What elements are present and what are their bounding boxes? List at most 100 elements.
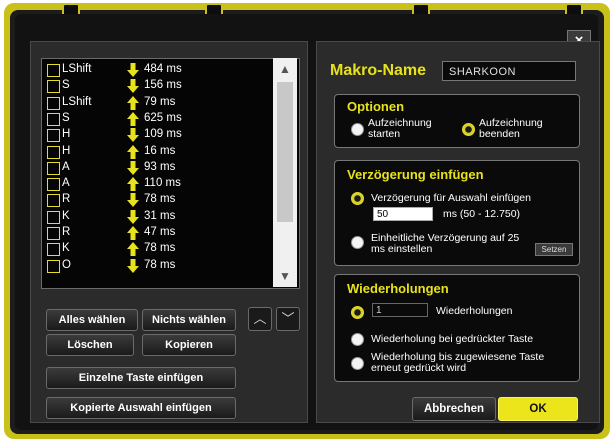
row-delay: 110 ms	[144, 177, 181, 190]
copy-button[interactable]: Kopieren	[142, 334, 236, 356]
row-key: K	[62, 242, 70, 255]
list-item[interactable]: S 625 ms	[42, 111, 277, 127]
move-up-icon[interactable]: ︿	[248, 307, 272, 331]
insert-delay-label: Verzögerung für Auswahl einfügen	[371, 192, 531, 204]
cancel-button[interactable]: Abbrechen	[412, 397, 496, 421]
uniform-delay-label: Einheitliche Verzögerung auf 25 ms einst…	[371, 232, 520, 255]
row-checkbox[interactable]	[47, 129, 60, 143]
row-key: S	[62, 79, 70, 92]
row-delay: 78 ms	[144, 258, 176, 271]
list-item[interactable]: H 16 ms	[42, 144, 277, 160]
arrow-up-icon	[127, 242, 139, 257]
arrow-down-icon	[127, 79, 139, 94]
list-item[interactable]: O 78 ms	[42, 258, 277, 274]
arrow-up-icon	[127, 111, 139, 126]
macro-name-label: Makro-Name	[330, 62, 427, 79]
ok-button[interactable]: OK	[498, 397, 578, 421]
list-item[interactable]: LShift 484 ms	[42, 62, 277, 78]
row-delay: 484 ms	[144, 63, 182, 75]
row-delay: 109 ms	[144, 128, 182, 141]
row-checkbox[interactable]	[47, 64, 60, 77]
repeat-count-label: Wiederholungen	[436, 305, 513, 317]
list-item[interactable]: S 156 ms	[42, 78, 277, 94]
arrow-up-icon	[127, 95, 139, 110]
arrow-up-icon	[127, 144, 139, 159]
repeat-count-radio[interactable]	[351, 306, 364, 319]
insert-delay-radio[interactable]	[351, 192, 364, 205]
list-item[interactable]: A 93 ms	[42, 160, 277, 176]
arrow-up-icon	[127, 177, 139, 192]
list-item[interactable]: K 31 ms	[42, 209, 277, 225]
row-key: O	[62, 258, 71, 271]
row-checkbox[interactable]	[47, 80, 60, 94]
list-item[interactable]: A 110 ms	[42, 176, 277, 192]
row-key: A	[62, 177, 70, 190]
list-item[interactable]: R 47 ms	[42, 225, 277, 241]
row-checkbox[interactable]	[47, 259, 60, 273]
list-item[interactable]: H 109 ms	[42, 127, 277, 143]
arrow-down-icon	[127, 160, 139, 175]
row-checkbox[interactable]	[47, 112, 60, 126]
repeat-until-pressed-label: Wiederholung bis zugewiesene Taste erneu…	[371, 351, 545, 374]
delay-range-hint: ms (50 - 12.750)	[443, 208, 521, 220]
list-item[interactable]: LShift 79 ms	[42, 95, 277, 111]
row-delay: 156 ms	[144, 79, 182, 92]
row-key: LShift	[62, 63, 92, 75]
repeat-while-pressed-radio[interactable]	[351, 333, 364, 346]
arrow-down-icon	[127, 209, 139, 224]
row-key: S	[62, 111, 70, 124]
select-all-button[interactable]: Alles wählen	[46, 309, 138, 331]
arrow-down-icon	[127, 128, 139, 143]
row-delay: 47 ms	[144, 226, 176, 238]
delay-value-input[interactable]: 50	[373, 207, 433, 221]
row-key: H	[62, 128, 71, 141]
row-checkbox[interactable]	[47, 210, 60, 224]
delay-title: Verzögerung einfügen	[347, 167, 484, 182]
select-none-button[interactable]: Nichts wählen	[142, 309, 236, 331]
row-key: A	[62, 160, 70, 173]
row-checkbox[interactable]	[47, 145, 60, 159]
row-checkbox[interactable]	[47, 243, 60, 257]
row-delay: 78 ms	[144, 193, 176, 206]
move-down-icon[interactable]: ﹀	[276, 307, 300, 331]
arrow-down-icon	[127, 193, 139, 208]
macro-name-input[interactable]: SHARKOON	[442, 61, 576, 81]
row-delay: 625 ms	[144, 111, 182, 124]
row-delay: 93 ms	[144, 160, 176, 173]
row-checkbox[interactable]	[47, 161, 60, 175]
paste-selection-button[interactable]: Kopierte Auswahl einfügen	[46, 397, 236, 419]
repeat-while-pressed-label: Wiederholung bei gedrückter Taste	[371, 333, 534, 345]
repeat-until-pressed-radio[interactable]	[351, 357, 364, 370]
row-key: R	[62, 226, 71, 238]
arrow-down-icon	[127, 258, 139, 273]
row-checkbox[interactable]	[47, 227, 60, 240]
stop-recording-label: Aufzeichnung beenden	[479, 117, 543, 140]
row-checkbox[interactable]	[47, 96, 60, 110]
row-key: K	[62, 209, 70, 222]
stop-recording-radio[interactable]	[462, 123, 475, 136]
arrow-down-icon	[127, 63, 139, 77]
row-key: R	[62, 193, 71, 206]
options-title: Optionen	[347, 99, 405, 114]
row-checkbox[interactable]	[47, 194, 60, 208]
insert-key-button[interactable]: Einzelne Taste einfügen	[46, 367, 236, 389]
set-delay-button[interactable]: Setzen	[535, 243, 573, 256]
scroll-down-icon[interactable]: ▼	[273, 265, 297, 287]
repeat-title: Wiederholungen	[347, 281, 449, 296]
row-delay: 31 ms	[144, 209, 176, 222]
row-checkbox[interactable]	[47, 178, 60, 192]
list-scrollbar[interactable]: ▲ ▼	[273, 58, 297, 287]
repeat-count-input[interactable]: 1	[372, 303, 428, 317]
arrow-up-icon	[127, 226, 139, 240]
list-item[interactable]: K 78 ms	[42, 241, 277, 257]
uniform-delay-radio[interactable]	[351, 236, 364, 249]
start-recording-radio[interactable]	[351, 123, 364, 136]
row-key: H	[62, 144, 71, 157]
row-delay: 78 ms	[144, 242, 176, 255]
delete-button[interactable]: Löschen	[46, 334, 134, 356]
row-delay: 16 ms	[144, 144, 176, 157]
macro-event-list[interactable]: LShift 484 ms S 156 ms LShift 79 ms S 625 ms H 10…	[41, 58, 300, 289]
list-item[interactable]: R 78 ms	[42, 192, 277, 208]
scroll-up-icon[interactable]: ▲	[273, 58, 297, 80]
scroll-thumb[interactable]	[277, 82, 293, 222]
